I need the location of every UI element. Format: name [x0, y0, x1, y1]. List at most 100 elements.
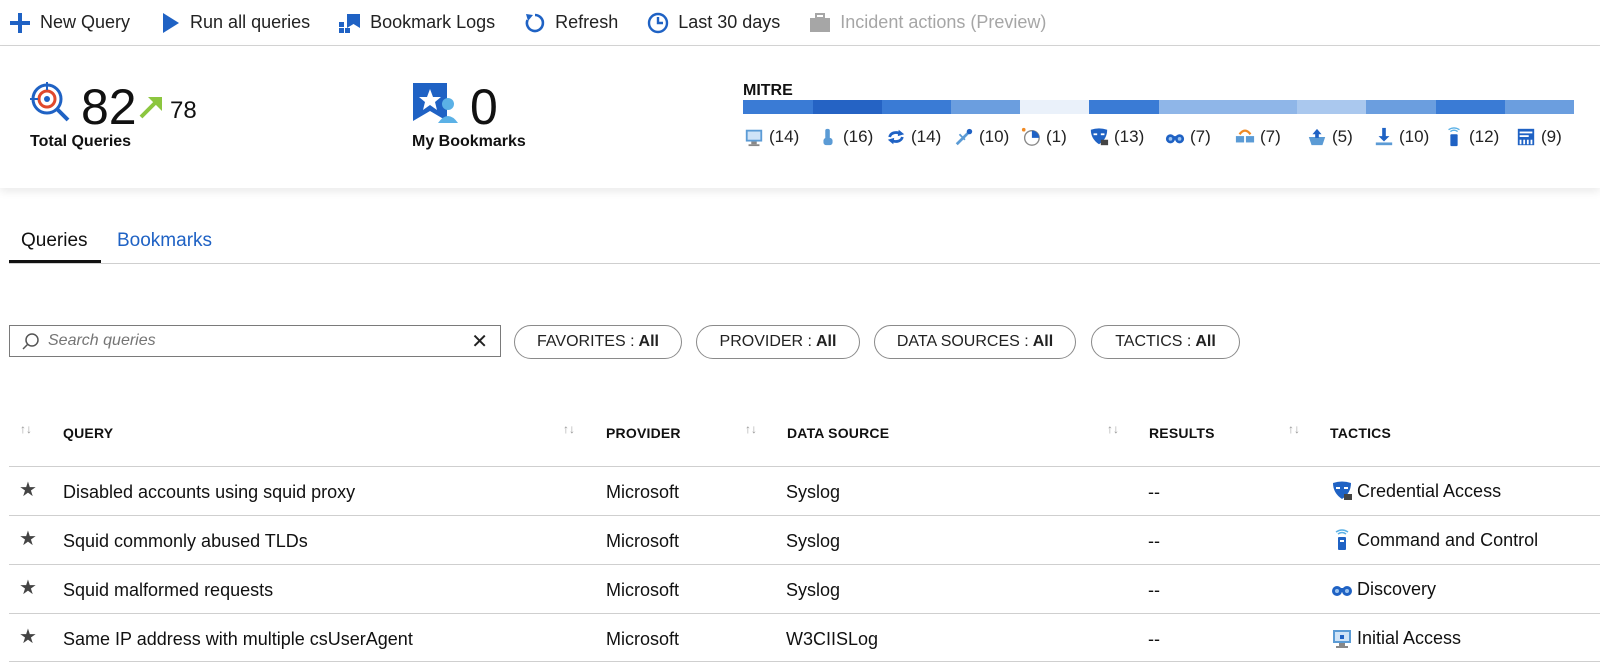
initial-access-icon — [743, 126, 765, 148]
incident-actions-button[interactable]: Incident actions (Preview) — [808, 0, 1046, 46]
column-header-data-source[interactable]: DATA SOURCE — [787, 425, 889, 441]
mitre-tactic-item[interactable]: (5) — [1306, 126, 1353, 148]
sort-data-source-icon[interactable]: ↑↓ — [1107, 422, 1119, 436]
filter-data-sources-value: All — [1032, 333, 1054, 350]
query-provider: Microsoft — [606, 482, 680, 502]
mitre-tactic-item[interactable]: (14) — [885, 126, 941, 148]
refresh-label: Refresh — [555, 12, 619, 32]
bookmark-user-icon — [412, 82, 460, 129]
credential-access-icon — [1088, 126, 1110, 148]
mitre-bar-segment — [1297, 100, 1366, 114]
mitre-tactic-item[interactable]: (12) — [1443, 126, 1499, 148]
query-tactic-label: Initial Access — [1357, 627, 1462, 648]
time-range-label: Last 30 days — [678, 12, 781, 32]
exfiltration-icon — [1373, 126, 1395, 148]
execution-icon — [817, 126, 839, 148]
mitre-tactic-item[interactable]: (9) — [1515, 126, 1562, 148]
filter-favorites[interactable]: FAVORITES : All — [514, 325, 682, 359]
refresh-icon — [523, 11, 547, 35]
query-data-source: Syslog — [786, 482, 841, 502]
clock-icon — [646, 11, 670, 35]
refresh-button[interactable]: Refresh — [523, 0, 618, 46]
sort-favorite-icon[interactable]: ↑↓ — [20, 422, 32, 436]
time-range-button[interactable]: Last 30 days — [646, 0, 780, 46]
mitre-tactic-item[interactable]: (1) — [1020, 126, 1067, 148]
filter-tactics-value: All — [1195, 333, 1216, 350]
discovery-icon — [1164, 126, 1186, 148]
incident-actions-label: Incident actions (Preview) — [840, 12, 1047, 32]
query-results: -- — [1148, 580, 1160, 600]
column-header-provider[interactable]: PROVIDER — [606, 425, 681, 441]
bookmark-logs-label: Bookmark Logs — [370, 12, 496, 32]
favorite-star-icon[interactable]: ★ — [19, 624, 37, 649]
clear-search-icon[interactable]: ✕ — [471, 332, 488, 352]
query-provider: Microsoft — [606, 580, 680, 600]
mitre-tactic-count: (5) — [1332, 127, 1353, 146]
row-divider — [9, 515, 1600, 516]
filter-tactics-name: TACTICS — [1115, 333, 1183, 350]
mitre-tactic-count: (14) — [769, 127, 800, 146]
sort-query-icon[interactable]: ↑↓ — [563, 422, 575, 436]
mitre-tactic-item[interactable]: (13) — [1088, 126, 1144, 148]
play-icon — [158, 11, 182, 35]
column-header-results[interactable]: RESULTS — [1149, 425, 1215, 441]
mitre-bar-segment — [1089, 100, 1159, 114]
impact-icon — [1515, 126, 1537, 148]
favorite-star-icon[interactable]: ★ — [19, 526, 37, 551]
query-tactic: Initial Access — [1331, 627, 1461, 649]
search-input[interactable] — [48, 332, 448, 350]
mitre-tactic-item[interactable]: (7) — [1164, 126, 1211, 148]
query-results: -- — [1148, 531, 1160, 551]
query-name[interactable]: Squid commonly abused TLDs — [63, 531, 308, 552]
mitre-bar-segment — [743, 100, 813, 114]
mitre-bar-segment — [951, 100, 1020, 114]
mitre-tactic-item[interactable]: (7) — [1234, 126, 1281, 148]
bookmark-logs-button[interactable]: Bookmark Logs — [338, 0, 495, 46]
sort-results-icon[interactable]: ↑↓ — [1288, 422, 1300, 436]
mitre-tactic-item[interactable]: (14) — [743, 126, 799, 148]
target-search-icon — [30, 82, 70, 127]
command-and-control-icon — [1443, 126, 1465, 148]
mitre-title: MITRE — [743, 82, 793, 99]
mitre-tactic-item[interactable]: (10) — [953, 126, 1009, 148]
query-provider: Microsoft — [606, 629, 680, 649]
search-icon — [22, 332, 40, 350]
query-name[interactable]: Same IP address with multiple csUserAgen… — [63, 629, 413, 650]
query-results: -- — [1148, 482, 1160, 502]
run-all-queries-button[interactable]: Run all queries — [158, 0, 310, 46]
plus-icon — [8, 11, 32, 35]
bookmarks-label: My Bookmarks — [412, 133, 526, 150]
query-name[interactable]: Disabled accounts using squid proxy — [63, 482, 355, 503]
filter-provider[interactable]: PROVIDER : All — [696, 325, 860, 359]
favorite-star-icon[interactable]: ★ — [19, 477, 37, 502]
tab-queries[interactable]: Queries — [21, 230, 88, 252]
new-query-button[interactable]: New Query — [8, 0, 130, 46]
column-header-query[interactable]: QUERY — [63, 425, 113, 441]
filter-data-sources[interactable]: DATA SOURCES : All — [874, 325, 1076, 359]
privilege-escalation-icon — [953, 126, 975, 148]
mitre-tactic-count: (16) — [843, 127, 874, 146]
query-results: -- — [1148, 629, 1160, 649]
query-name[interactable]: Squid malformed requests — [63, 580, 273, 601]
query-data-source: Syslog — [786, 580, 841, 600]
mitre-bar-segment — [1228, 100, 1297, 114]
favorite-star-icon[interactable]: ★ — [19, 575, 37, 600]
filter-tactics[interactable]: TACTICS : All — [1091, 325, 1240, 359]
mitre-tactic-item[interactable]: (10) — [1373, 126, 1429, 148]
mitre-tactic-count: (10) — [1399, 127, 1430, 146]
sort-provider-icon[interactable]: ↑↓ — [745, 422, 757, 436]
mitre-coverage-bar — [743, 100, 1574, 114]
briefcase-icon — [808, 11, 832, 35]
mitre-tactic-item[interactable]: (16) — [817, 126, 873, 148]
tab-bar: Queries Bookmarks — [9, 218, 1600, 264]
mitre-tactic-count: (7) — [1260, 127, 1281, 146]
toolbar: New Query Run all queries Bookmark Logs … — [0, 0, 1600, 46]
persistence-icon — [885, 126, 907, 148]
active-tab-indicator — [9, 260, 101, 263]
row-divider — [9, 564, 1600, 565]
column-header-tactics[interactable]: TACTICS — [1330, 425, 1391, 441]
bookmarks-value: 0 — [470, 79, 498, 135]
tab-bookmarks[interactable]: Bookmarks — [117, 230, 212, 252]
mitre-tactic-count: (7) — [1190, 127, 1211, 146]
bookmark-logs-icon — [338, 11, 362, 35]
